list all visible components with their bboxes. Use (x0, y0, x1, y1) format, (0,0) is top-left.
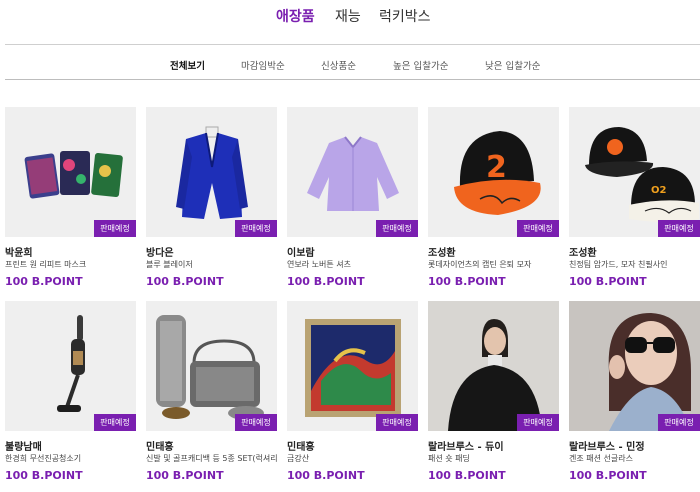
tab-lucky-box[interactable]: 럭키박스 (379, 6, 431, 26)
product-image-masks: 판매예정 (5, 107, 136, 237)
sort-newest[interactable]: 신상품순 (321, 58, 356, 72)
seller-name: 불량남매 (5, 442, 42, 453)
status-badge: 판매예정 (517, 414, 559, 431)
svg-text:2: 2 (486, 150, 507, 185)
status-badge: 판매예정 (235, 220, 277, 237)
product-price: 100 B.POINT (146, 469, 224, 482)
status-badge: 판매예정 (658, 414, 700, 431)
category-tabs: 애장품 재능 럭키박스 (0, 0, 700, 44)
product-price: 100 B.POINT (569, 469, 647, 482)
product-price: 100 B.POINT (428, 275, 506, 288)
product-price: 100 B.POINT (287, 275, 365, 288)
product-image-sunglasses: 판매예정 (569, 301, 700, 431)
status-badge: 판매예정 (376, 414, 418, 431)
status-badge: 판매예정 (376, 220, 418, 237)
product-image-signed-caps: O2 판매예정 (569, 107, 700, 237)
product-title: 신발 및 골프캐디백 등 5종 SET(럭셔리) (146, 454, 277, 463)
status-badge: 판매예정 (94, 414, 136, 431)
product-image-blue-blazer: 판매예정 (146, 107, 277, 237)
product-title: 금강산 (287, 454, 310, 463)
product-title: 프린트 원 리피트 마스크 (5, 260, 87, 269)
product-price: 100 B.POINT (287, 469, 365, 482)
seller-name: 민태홍 (287, 442, 315, 453)
product-image-lavender-shirt: 판매예정 (287, 107, 418, 237)
product-image-vacuum: 판매예정 (5, 301, 136, 431)
product-title: 롯데자이언츠의 캡틴 은퇴 모자 (428, 260, 532, 269)
product-title: 연보라 노버튼 셔츠 (287, 260, 351, 269)
status-badge: 판매예정 (94, 220, 136, 237)
product-price: 100 B.POINT (569, 275, 647, 288)
product-image-golf-bag-set: 판매예정 (146, 301, 277, 431)
tab-talent[interactable]: 재능 (335, 6, 361, 26)
seller-name: 조성환 (428, 248, 456, 259)
product-title: 친정팀 암가드, 모자 친필사인 (569, 260, 668, 269)
product-price: 100 B.POINT (5, 275, 83, 288)
seller-name: 박윤희 (5, 248, 33, 259)
seller-name: 조성환 (569, 248, 597, 259)
seller-name: 랄라브루스 - 민정 (569, 442, 645, 453)
seller-name: 방다은 (146, 248, 174, 259)
product-title: 패션 숏 패딩 (428, 454, 470, 463)
seller-name: 이보람 (287, 248, 315, 259)
svg-text:O2: O2 (651, 185, 667, 196)
seller-name: 민태홍 (146, 442, 174, 453)
status-badge: 판매예정 (517, 220, 559, 237)
product-title: 겐조 패션 선글라스 (569, 454, 633, 463)
seller-name: 랄라브루스 - 듀이 (428, 442, 504, 453)
sort-lowest-bid[interactable]: 낮은 입찰가순 (485, 58, 540, 72)
divider (5, 79, 700, 80)
product-image-painting: 판매예정 (287, 301, 418, 431)
sort-all[interactable]: 전체보기 (170, 58, 205, 72)
product-image-signed-cap: 2 판매예정 (428, 107, 559, 237)
product-price: 100 B.POINT (428, 469, 506, 482)
sort-closing-soon[interactable]: 마감임박순 (241, 58, 285, 72)
product-price: 100 B.POINT (5, 469, 83, 482)
sort-highest-bid[interactable]: 높은 입찰가순 (393, 58, 448, 72)
tab-goods[interactable]: 애장품 (276, 6, 315, 26)
status-badge: 판매예정 (658, 220, 700, 237)
divider (5, 44, 700, 45)
product-price: 100 B.POINT (146, 275, 224, 288)
product-title: 블루 블레이저 (146, 260, 193, 269)
product-title: 한경희 무선진공청소기 (5, 454, 82, 463)
product-image-short-padding: 판매예정 (428, 301, 559, 431)
status-badge: 판매예정 (235, 414, 277, 431)
